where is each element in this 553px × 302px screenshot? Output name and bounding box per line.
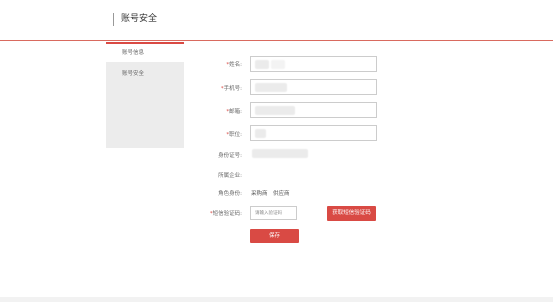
page-header: 账号安全	[0, 0, 553, 41]
page-footer	[0, 297, 553, 302]
redacted-value	[271, 60, 285, 69]
redacted-value	[255, 60, 269, 69]
id-card-label: 身份证号:	[218, 153, 242, 159]
page-title: 账号安全	[121, 14, 158, 24]
position-label: *职位:	[226, 132, 242, 138]
company-label: 所属企业:	[218, 173, 242, 179]
email-field[interactable]	[250, 102, 377, 118]
role-value-buyer: 采购商	[251, 191, 268, 197]
redacted-value	[255, 129, 266, 138]
role-value-supplier: 供应商	[273, 191, 290, 197]
position-field[interactable]	[250, 125, 377, 141]
phone-field[interactable]	[250, 79, 377, 95]
name-label: *姓名:	[226, 62, 242, 68]
save-button[interactable]: 保存	[250, 229, 299, 243]
redacted-value	[255, 83, 287, 92]
sidebar-item-account-security[interactable]: 账号安全	[106, 64, 184, 84]
sidebar: 账号信息 账号安全	[106, 42, 184, 148]
sms-label: *短信验证码:	[209, 211, 242, 217]
redacted-value	[255, 106, 295, 115]
phone-label: *手机号:	[220, 86, 242, 92]
email-label: *邮箱:	[226, 109, 242, 115]
sidebar-item-account-info[interactable]: 账号信息	[106, 42, 184, 62]
get-sms-code-button[interactable]: 获取短信验证码	[327, 206, 376, 221]
title-divider	[113, 13, 114, 26]
id-card-value-redacted	[252, 149, 308, 158]
sms-code-input[interactable]	[250, 206, 297, 220]
name-field[interactable]	[250, 56, 377, 72]
role-label: 角色身份:	[218, 191, 242, 197]
